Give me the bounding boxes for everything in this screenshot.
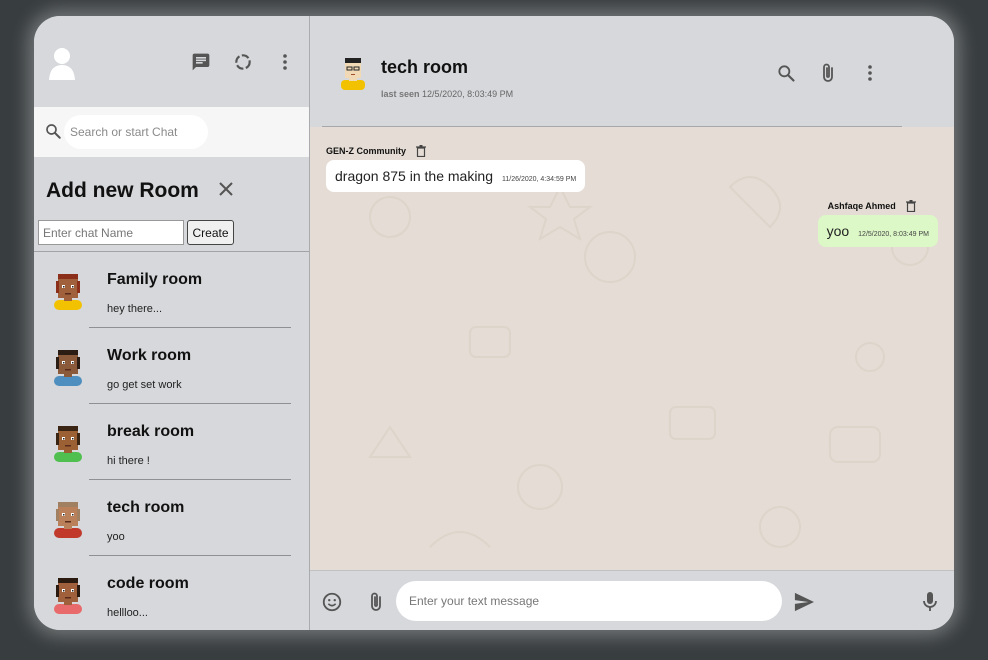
room-list: Family room hey there... Work room go get s… bbox=[34, 252, 309, 630]
message-text: dragon 875 in the making bbox=[335, 168, 493, 184]
chat-app: Add new Room Create Family room hey there… bbox=[34, 16, 954, 630]
sidebar: Add new Room Create Family room hey there… bbox=[34, 16, 310, 630]
message-input[interactable] bbox=[396, 581, 782, 621]
sidebar-header bbox=[34, 16, 309, 107]
send-icon[interactable] bbox=[792, 590, 816, 614]
message-timestamp: 12/5/2020, 8:03:49 PM bbox=[858, 231, 929, 238]
chat-title: tech room bbox=[381, 57, 469, 77]
room-last-message: hey there... bbox=[107, 303, 163, 315]
room-avatar bbox=[54, 350, 82, 386]
doodle-background bbox=[368, 176, 929, 548]
room-item[interactable]: break room hi there ! bbox=[34, 404, 309, 480]
room-last-message: yoo bbox=[107, 531, 125, 543]
room-name: Family room bbox=[107, 271, 203, 288]
last-seen-time: 12/5/2020, 8:03:49 PM bbox=[422, 89, 514, 99]
last-seen: last seen 12/5/2020, 8:03:49 PM bbox=[381, 89, 513, 99]
add-room-panel: Add new Room Create bbox=[34, 157, 309, 252]
room-item[interactable]: Family room hey there... bbox=[34, 252, 309, 328]
chat-header: tech room last seen 12/5/2020, 8:03:49 P… bbox=[310, 16, 954, 127]
room-avatar bbox=[54, 502, 82, 538]
message-sender: GEN-Z Community bbox=[326, 146, 406, 156]
chat-body: GEN-Z Community dragon 875 in the making… bbox=[310, 127, 954, 570]
room-avatar[interactable] bbox=[336, 54, 370, 90]
chat-name-input[interactable] bbox=[38, 220, 184, 245]
message-received: GEN-Z Community dragon 875 in the making… bbox=[326, 145, 586, 192]
more-vert-icon[interactable] bbox=[273, 50, 297, 74]
message-timestamp: 11/26/2020, 4:34:59 PM bbox=[502, 176, 577, 183]
trash-icon[interactable] bbox=[416, 145, 426, 157]
room-item[interactable]: code room hellloo... bbox=[34, 556, 309, 630]
room-avatar bbox=[54, 578, 82, 614]
message-sender: Ashfaqe Ahmed bbox=[827, 201, 896, 211]
message-bubble: yoo 12/5/2020, 8:03:49 PM bbox=[817, 215, 938, 247]
search-bar bbox=[34, 107, 309, 157]
message-bubble: dragon 875 in the making 11/26/2020, 4:3… bbox=[326, 160, 586, 192]
close-icon[interactable] bbox=[216, 179, 236, 199]
room-last-message: go get set work bbox=[107, 379, 182, 391]
chat-footer bbox=[310, 570, 954, 630]
create-button[interactable]: Create bbox=[187, 220, 234, 245]
search-icon bbox=[46, 124, 61, 139]
user-avatar-icon[interactable] bbox=[48, 46, 76, 80]
message-text: yoo bbox=[826, 223, 850, 239]
trash-icon[interactable] bbox=[905, 200, 916, 212]
room-last-message: hellloo... bbox=[107, 607, 148, 619]
room-avatar bbox=[54, 426, 82, 462]
room-item[interactable]: Work room go get set work bbox=[34, 328, 309, 404]
room-name: break room bbox=[107, 423, 195, 440]
room-avatar bbox=[54, 274, 82, 310]
room-name: tech room bbox=[107, 499, 185, 516]
search-input[interactable] bbox=[64, 115, 208, 149]
message-sent: Ashfaqe Ahmed yoo 12/5/2020, 8:03:49 PM bbox=[817, 200, 938, 247]
attach-icon[interactable] bbox=[364, 590, 388, 614]
room-last-message: hi there ! bbox=[107, 455, 150, 467]
search-icon[interactable] bbox=[774, 61, 798, 85]
chat-icon[interactable] bbox=[189, 50, 213, 74]
mic-icon[interactable] bbox=[918, 590, 942, 614]
add-room-title: Add new Room bbox=[46, 179, 199, 202]
emoji-icon[interactable] bbox=[320, 590, 344, 614]
attach-icon[interactable] bbox=[816, 61, 840, 85]
chat-panel: tech room last seen 12/5/2020, 8:03:49 P… bbox=[310, 16, 954, 630]
room-item[interactable]: tech room yoo bbox=[34, 480, 309, 556]
last-seen-label: last seen bbox=[381, 89, 420, 99]
room-name: code room bbox=[107, 575, 189, 592]
status-icon[interactable] bbox=[231, 50, 255, 74]
room-name: Work room bbox=[107, 347, 192, 364]
more-vert-icon[interactable] bbox=[858, 61, 882, 85]
